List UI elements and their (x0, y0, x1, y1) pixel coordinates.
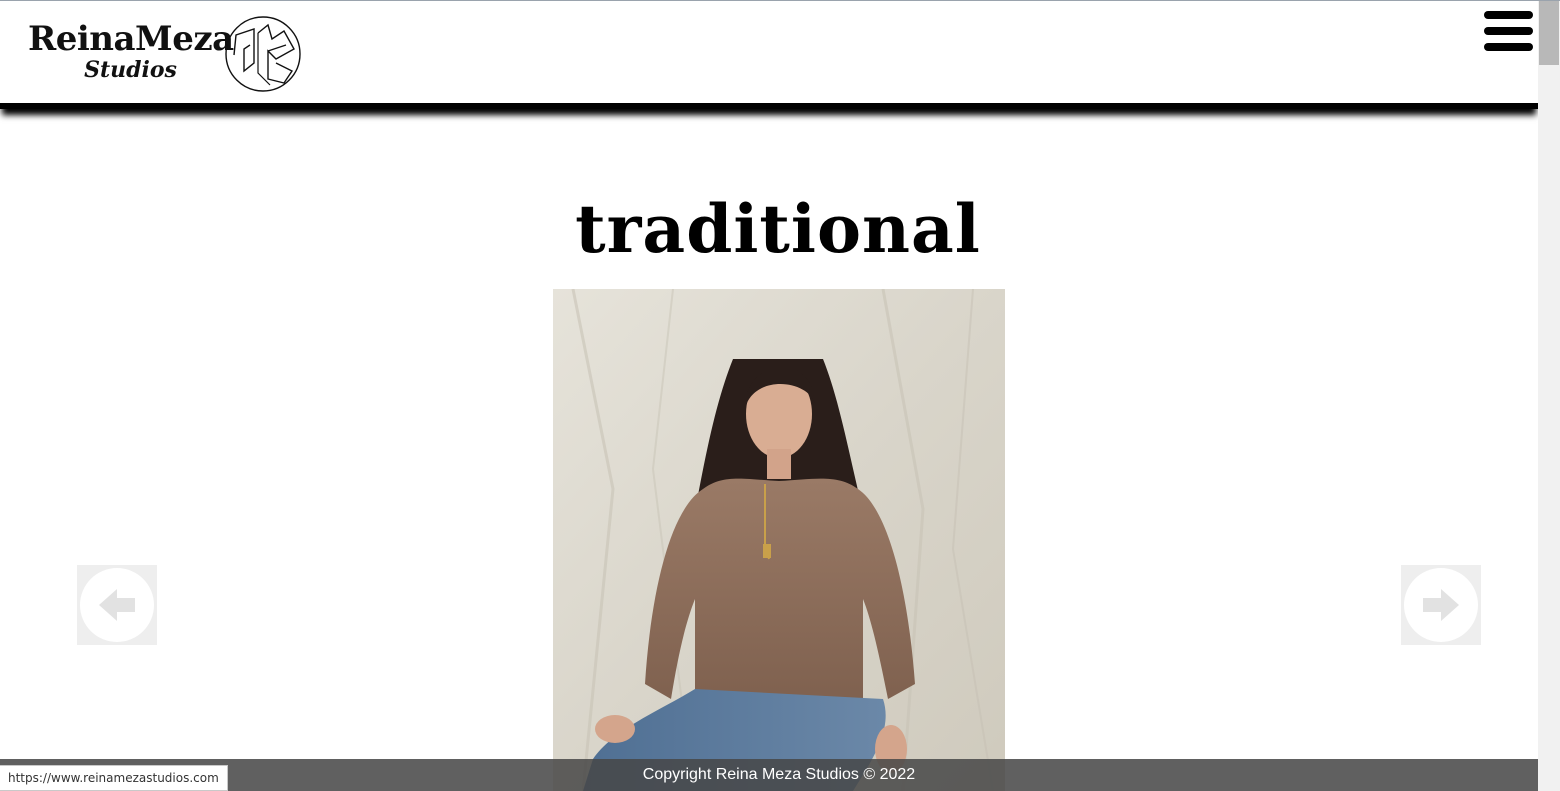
page-scrollbar[interactable] (1538, 1, 1560, 791)
previous-slide-button[interactable] (77, 565, 157, 645)
hamburger-menu-icon[interactable] (1484, 11, 1534, 55)
logo-monogram-icon (225, 16, 301, 92)
arrow-left-icon (99, 589, 135, 621)
menu-bar-middle (1484, 27, 1533, 35)
site-header: ReinaMeza Studios (0, 1, 1538, 109)
scrollbar-thumb[interactable] (1539, 1, 1559, 65)
site-footer: Copyright Reina Meza Studios © 2022 (553, 759, 1005, 791)
menu-bar-bottom (1484, 43, 1533, 51)
gallery-title: traditional (575, 190, 981, 268)
site-logo[interactable]: ReinaMeza Studios (28, 13, 308, 93)
next-slide-button[interactable] (1401, 565, 1481, 645)
gallery-photo (553, 289, 1005, 791)
logo-title: ReinaMeza (28, 19, 234, 59)
logo-subtitle: Studios (84, 57, 177, 83)
menu-bar-top (1484, 11, 1533, 19)
footer-bar-right (1005, 759, 1538, 791)
portrait-photo-illustration (553, 289, 1005, 791)
browser-status-url: https://www.reinamezastudios.com (0, 765, 228, 791)
copyright-text: Copyright Reina Meza Studios © 2022 (642, 766, 916, 783)
arrow-right-icon (1423, 589, 1459, 621)
